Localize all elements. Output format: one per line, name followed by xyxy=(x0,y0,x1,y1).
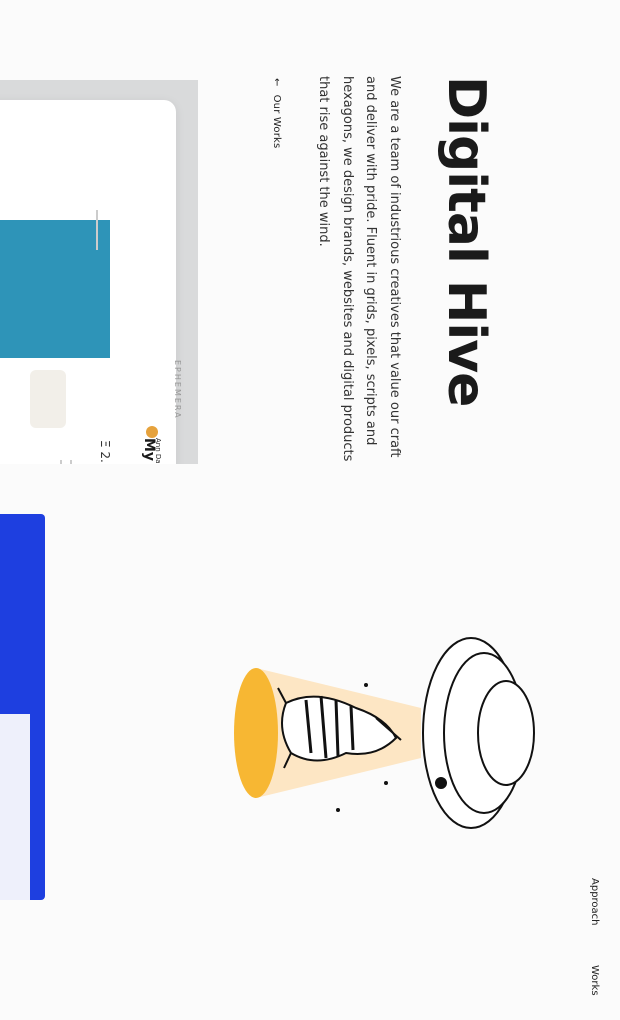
beam-spot xyxy=(234,668,278,798)
nav-works-link[interactable]: Works xyxy=(589,965,600,996)
project-preview-blue[interactable] xyxy=(0,514,45,900)
arrow-left-icon: ← xyxy=(271,78,282,87)
preview-brand: EPHEMERA xyxy=(173,360,182,420)
preview-panel xyxy=(0,714,30,900)
avatar xyxy=(146,426,158,438)
hero-description: We are a team of industrious creatives t… xyxy=(316,76,403,462)
preview-picture-title: My picture xyxy=(141,438,157,464)
our-works-link[interactable]: ← Our Works xyxy=(271,78,282,148)
ufo-zebra-illustration xyxy=(234,637,535,829)
ufo-icon xyxy=(422,637,535,829)
preview-nav-line xyxy=(96,210,98,250)
our-works-label: Our Works xyxy=(271,94,282,149)
preview-text-line xyxy=(60,460,62,464)
preview-card xyxy=(0,100,176,464)
preview-text-line xyxy=(70,460,72,464)
page-title: Digital Hive xyxy=(436,76,496,407)
project-preview-ephemera[interactable]: EPHEMERA Ann Daniels My picture Ξ 2.16 xyxy=(0,80,198,464)
windmill-image xyxy=(30,370,66,428)
windmill-photo xyxy=(0,220,110,428)
preview-price: Ξ 2.16 xyxy=(98,440,112,464)
nav-approach-link[interactable]: Approach xyxy=(589,878,600,926)
